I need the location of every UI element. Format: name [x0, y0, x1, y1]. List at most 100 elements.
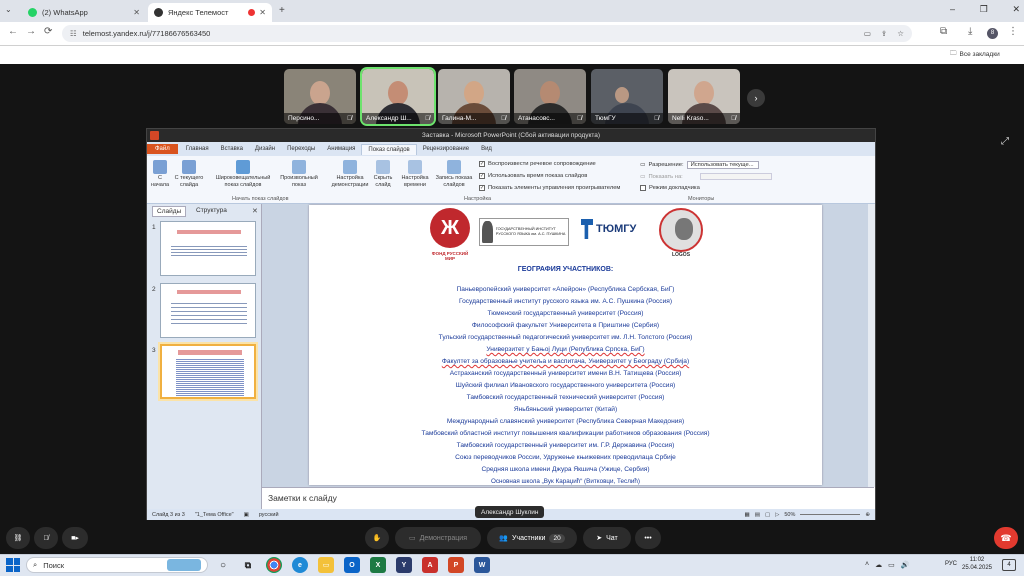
mic-button[interactable]: 🎙̸	[34, 527, 58, 549]
share-icon[interactable]: ⇪	[881, 29, 887, 38]
sorter-view-icon[interactable]: ▤	[755, 512, 760, 518]
edge-icon[interactable]: e	[292, 557, 308, 573]
timings-checkbox[interactable]: ✓ Использовать время показа слайдов	[479, 173, 587, 179]
slideshow-view-icon[interactable]: ▷	[775, 512, 779, 518]
outlook-icon[interactable]: O	[344, 557, 360, 573]
presenter-view-checkbox[interactable]: Режим докладчика	[640, 185, 700, 191]
tab-view[interactable]: Вид	[475, 146, 498, 152]
participant-tile[interactable]: Nelli Kraso... 🎙̸	[668, 69, 740, 124]
minimize-icon[interactable]: –	[950, 4, 955, 15]
close-tab-icon[interactable]: ✕	[133, 8, 140, 17]
close-tab-icon[interactable]: ✕	[259, 8, 266, 17]
normal-view-icon[interactable]: ▦	[745, 512, 750, 518]
network-icon[interactable]: ▭	[888, 561, 895, 569]
powerpoint-icon[interactable]: P	[448, 557, 464, 573]
tab-whatsapp[interactable]: (2) WhatsApp ✕	[22, 3, 146, 22]
start-button[interactable]	[6, 558, 20, 572]
checkbox-checked-icon: ✓	[479, 185, 485, 191]
taskbar-search[interactable]: ⌕ Поиск	[26, 557, 208, 573]
participant-tile[interactable]: Атанасовс... 🎙̸	[514, 69, 586, 124]
participant-tile-speaking[interactable]: Александр Ш... 🎙̸	[360, 67, 436, 126]
tab-file[interactable]: Файл	[147, 144, 178, 154]
pdf-icon[interactable]: A	[422, 557, 438, 573]
tab-telemost[interactable]: Яндекс Телемост ✕	[148, 3, 272, 22]
address-bar[interactable]: ☷ telemost.yandex.ru/j/77186676563450 ▭ …	[62, 25, 912, 42]
reload-icon[interactable]: ⟳	[44, 26, 52, 37]
participant-line: Тульский государственный педагогический …	[438, 334, 693, 341]
tab-outline[interactable]: Структура	[192, 206, 231, 215]
show-on-select[interactable]	[699, 173, 772, 180]
tab-search-button[interactable]: ⌄	[5, 5, 12, 14]
slide-thumbnail-2[interactable]	[160, 283, 256, 338]
end-call-button[interactable]: ☎	[994, 527, 1018, 549]
tab-design[interactable]: Дизайн	[249, 146, 281, 152]
participant-tile[interactable]: Галина-М... 🎙̸	[438, 69, 510, 124]
chevron-up-icon[interactable]: ˄	[865, 561, 869, 569]
next-participants-button[interactable]: ›	[747, 89, 765, 107]
setup-show-button[interactable]: Настройка демонстрации	[330, 160, 370, 188]
close-window-icon[interactable]: ✕	[1012, 4, 1020, 15]
tab-animation[interactable]: Анимация	[321, 146, 361, 152]
from-beginning-button[interactable]: С начала	[150, 160, 170, 188]
cast-icon[interactable]: ▭	[864, 29, 871, 38]
bookmark-star-icon[interactable]: ☆	[897, 29, 904, 38]
record-show-button[interactable]: Запись показа слайдов	[433, 160, 475, 188]
connection-settings-button[interactable]: ⛓	[6, 527, 30, 549]
yandex-icon[interactable]: Y	[396, 557, 412, 573]
close-pane-icon[interactable]: ✕	[252, 207, 258, 215]
participant-tile[interactable]: ТюмГУ 🎙̸	[591, 69, 663, 124]
menu-icon[interactable]: ⋮	[1008, 26, 1018, 37]
tab-insert[interactable]: Вставка	[215, 146, 249, 152]
hide-slide-button[interactable]: Скрыть слайд	[372, 160, 394, 188]
extensions-icon[interactable]: ⧉	[940, 26, 947, 37]
all-bookmarks[interactable]: 🗀 Все закладки	[950, 47, 1024, 61]
forward-icon[interactable]: →	[26, 26, 36, 37]
slide-notes-field[interactable]: Заметки к слайду	[262, 487, 874, 509]
tab-review[interactable]: Рецензирование	[417, 146, 475, 152]
zoom-level[interactable]: 50%	[784, 512, 795, 518]
tab-slideshow[interactable]: Показ слайдов	[361, 143, 417, 155]
broadcast-button[interactable]: Широковещательный показ слайдов	[210, 160, 276, 188]
slide-thumbnail-1[interactable]	[160, 221, 256, 276]
reading-view-icon[interactable]: ▢	[765, 512, 770, 518]
cortana-icon[interactable]: ○	[215, 557, 231, 573]
zoom-slider[interactable]	[800, 514, 861, 515]
media-controls-checkbox[interactable]: ✓ Показать элементы управления проигрыват…	[479, 185, 620, 191]
custom-show-button[interactable]: Произвольный показ	[278, 160, 320, 188]
fit-slide-icon[interactable]: ⊕	[865, 512, 870, 518]
demonstration-button[interactable]: ▭ Демонстрация	[395, 527, 481, 549]
tab-transitions[interactable]: Переходы	[281, 146, 321, 152]
chat-button[interactable]: ➤ Чат	[583, 527, 631, 549]
rehearse-timings-button[interactable]: Настройка времени	[398, 160, 432, 188]
site-info-icon[interactable]: ☷	[70, 29, 77, 38]
ppt-title-bar: Заставка - Microsoft PowerPoint (Сбой ак…	[147, 129, 875, 142]
download-icon[interactable]: ⤓	[968, 26, 972, 37]
input-language[interactable]: РУС	[945, 561, 957, 567]
more-button[interactable]: •••	[635, 527, 661, 549]
notification-icon[interactable]: 4	[1002, 559, 1016, 571]
task-view-icon[interactable]: ⧉	[240, 557, 256, 573]
camera-button[interactable]: ■▸	[62, 527, 88, 549]
tab-home[interactable]: Главная	[180, 146, 215, 152]
participants-button[interactable]: 👥 Участники 20	[487, 527, 577, 549]
clock[interactable]: 11:02 25.04.2025	[960, 556, 994, 572]
chrome-icon[interactable]	[266, 557, 282, 573]
slide-thumbnail-3-selected[interactable]	[158, 342, 258, 401]
file-explorer-icon[interactable]: ▭	[318, 557, 334, 573]
profile-avatar[interactable]: 8	[987, 28, 998, 39]
new-tab-button[interactable]: +	[279, 5, 285, 16]
excel-icon[interactable]: X	[370, 557, 386, 573]
volume-icon[interactable]: 🔊	[901, 561, 910, 569]
vertical-scrollbar[interactable]	[868, 204, 875, 487]
narration-checkbox[interactable]: ✓ Воспроизвести речевое сопровождение	[479, 161, 596, 167]
back-icon[interactable]: ←	[8, 26, 18, 37]
word-icon[interactable]: W	[474, 557, 490, 573]
fullscreen-icon[interactable]: ⤢	[1001, 136, 1009, 147]
restore-icon[interactable]: ❐	[980, 4, 988, 15]
raise-hand-button[interactable]: ✋	[365, 527, 389, 549]
from-current-button[interactable]: С текущего слайда	[172, 160, 206, 188]
resolution-select[interactable]: Использовать текуще...	[686, 161, 759, 169]
tab-slides[interactable]: Слайды	[152, 206, 187, 217]
participant-tile[interactable]: Персино... 🎙̸	[284, 69, 356, 124]
cloud-icon[interactable]: ☁	[875, 561, 882, 569]
